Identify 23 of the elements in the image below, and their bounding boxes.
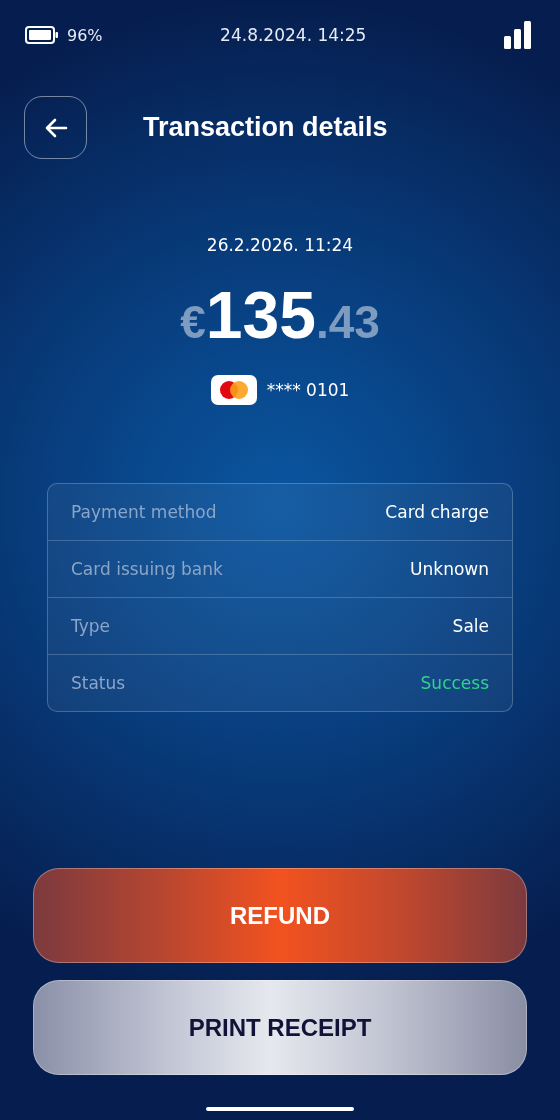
detail-value: Sale — [452, 616, 489, 636]
detail-label: Type — [71, 616, 111, 636]
card-number: **** 0101 — [266, 380, 350, 400]
card-brand-icon — [210, 375, 257, 405]
status-datetime: 24.8.2024. 14:25 — [220, 25, 367, 45]
battery-icon — [25, 26, 59, 44]
detail-value: Card charge — [385, 502, 489, 522]
detail-value: Success — [420, 673, 489, 693]
refund-button[interactable]: REFUND — [33, 868, 527, 963]
print-receipt-button[interactable]: PRINT RECEIPT — [33, 980, 527, 1075]
currency-symbol: € — [180, 295, 206, 349]
back-arrow-icon — [43, 117, 68, 138]
amount-whole: 135 — [205, 277, 316, 353]
detail-label: Status — [71, 673, 126, 693]
amount-fraction: .43 — [315, 295, 380, 349]
signal-icon — [504, 21, 532, 49]
screen-title: Transaction details — [143, 112, 388, 143]
detail-label: Payment method — [71, 502, 217, 522]
battery-percentage: 96% — [67, 25, 103, 45]
transaction-datetime: 26.2.2026. 11:24 — [206, 235, 354, 255]
detail-label: Card issuing bank — [71, 559, 223, 579]
back-button[interactable] — [24, 96, 87, 159]
detail-value: Unknown — [410, 559, 489, 579]
